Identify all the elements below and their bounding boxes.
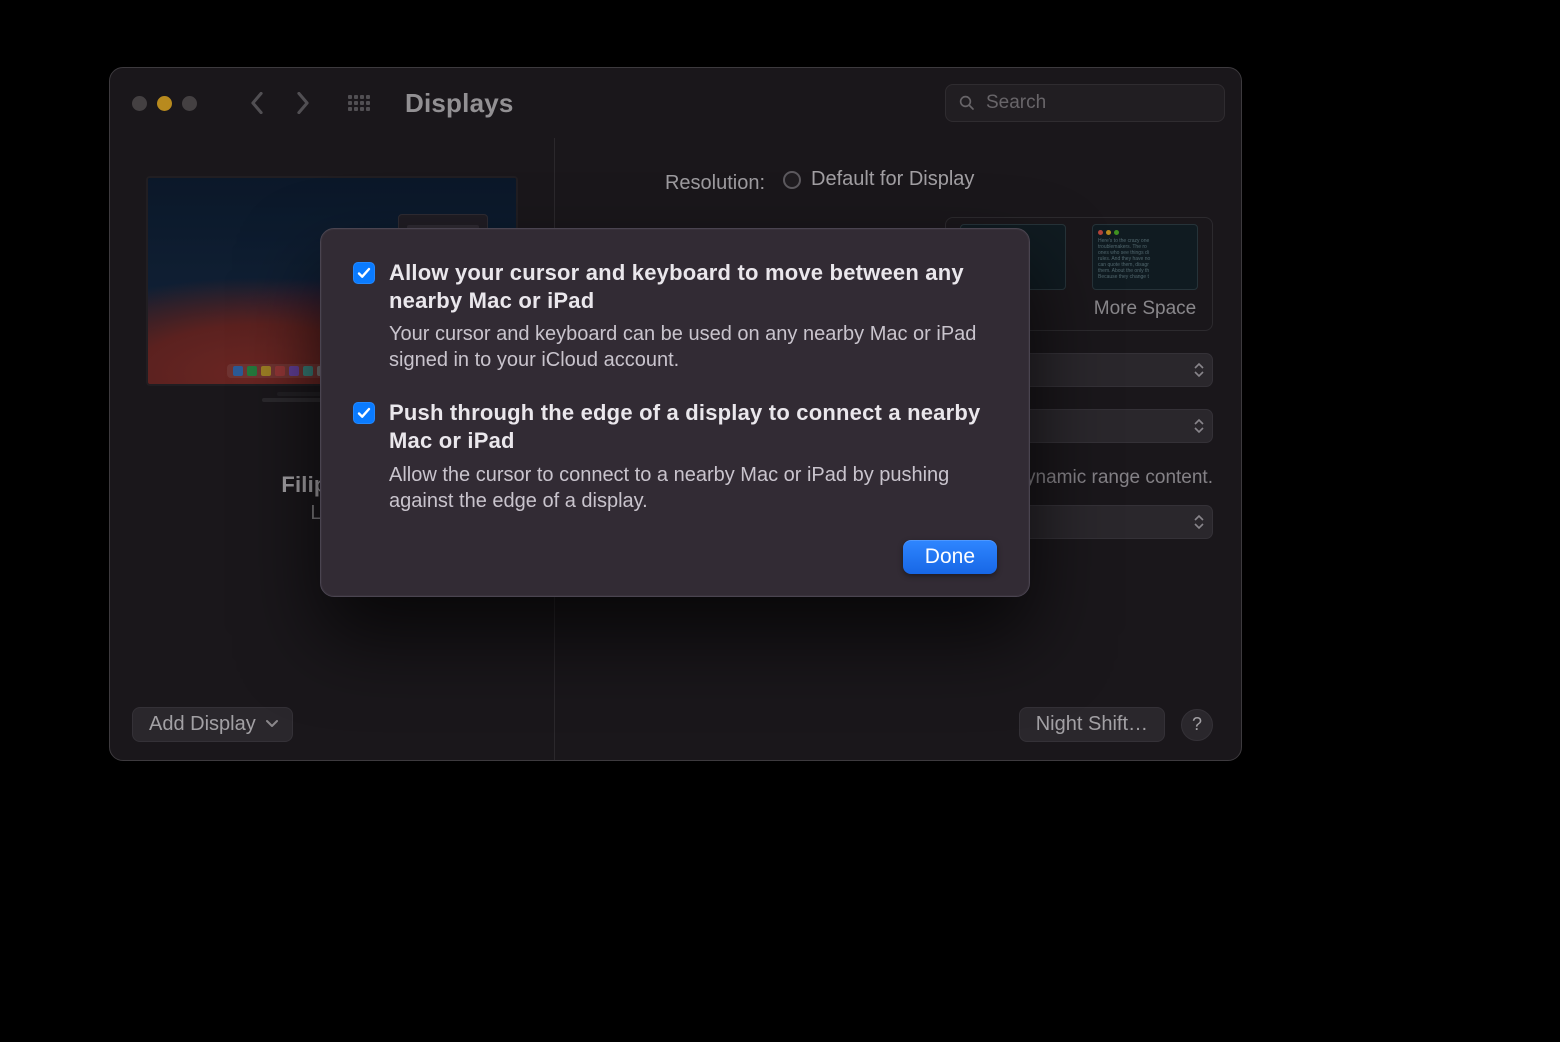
checkmark-icon [357,266,371,280]
option-title: Allow your cursor and keyboard to move b… [389,259,997,315]
option-description: Allow the cursor to connect to a nearby … [389,462,997,514]
checkmark-icon [357,406,371,420]
universal-control-sheet: Allow your cursor and keyboard to move b… [320,228,1030,597]
option-description: Your cursor and keyboard can be used on … [389,321,997,373]
checkbox-push-through-edge[interactable] [353,402,375,424]
option-allow-cursor-keyboard: Allow your cursor and keyboard to move b… [353,259,997,373]
done-button[interactable]: Done [903,540,997,574]
option-push-through-edge: Push through the edge of a display to co… [353,399,997,513]
done-label: Done [925,545,975,568]
option-title: Push through the edge of a display to co… [389,399,997,455]
checkbox-allow-cursor-keyboard[interactable] [353,262,375,284]
